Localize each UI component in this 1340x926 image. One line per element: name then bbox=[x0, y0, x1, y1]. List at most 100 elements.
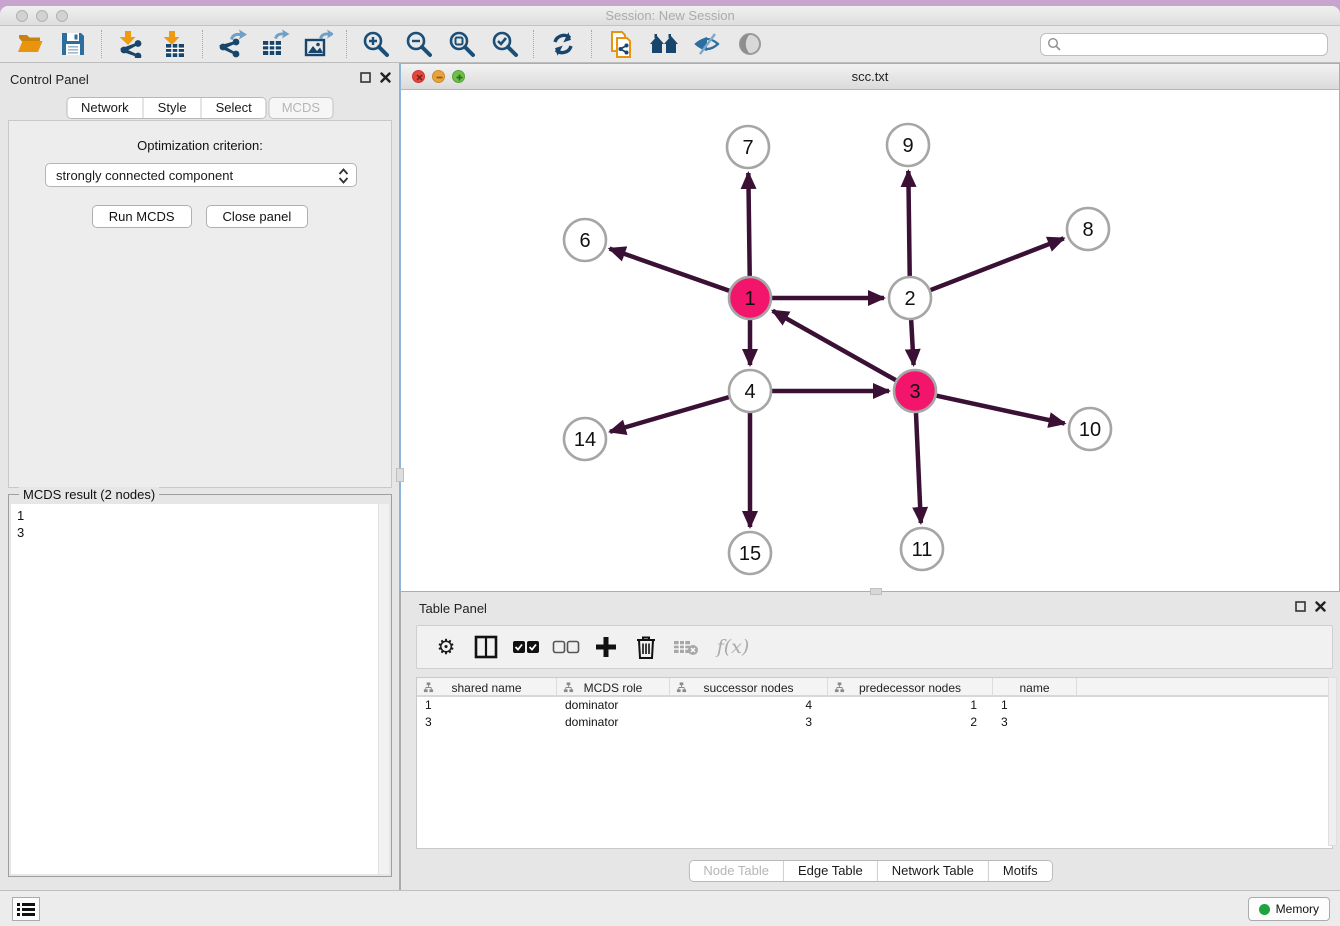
status-bar: Memory bbox=[0, 890, 1340, 926]
refresh-icon[interactable] bbox=[547, 29, 578, 60]
zoom-in-icon[interactable] bbox=[360, 29, 391, 60]
table-cell[interactable]: dominator bbox=[557, 714, 670, 731]
table-cell[interactable]: 4 bbox=[670, 697, 828, 714]
svg-text:4: 4 bbox=[744, 381, 755, 403]
edge-1-7[interactable] bbox=[748, 173, 749, 276]
tab-network-table[interactable]: Network Table bbox=[878, 861, 989, 881]
graph-node-9[interactable]: 9 bbox=[887, 124, 929, 166]
result-item[interactable]: 3 bbox=[17, 524, 389, 541]
homes-icon[interactable] bbox=[648, 29, 679, 60]
table-cell[interactable]: 1 bbox=[993, 697, 1077, 714]
result-item[interactable]: 1 bbox=[17, 507, 389, 524]
edge-3-11[interactable] bbox=[916, 413, 921, 523]
select-all-icon[interactable] bbox=[511, 632, 541, 662]
attribute-icon bbox=[834, 682, 845, 693]
save-icon[interactable] bbox=[57, 29, 88, 60]
criterion-value: strongly connected component bbox=[56, 168, 233, 183]
graph-node-7[interactable]: 7 bbox=[727, 126, 769, 168]
tab-style[interactable]: Style bbox=[144, 98, 202, 118]
zoom-out-icon[interactable] bbox=[403, 29, 434, 60]
table-cell[interactable]: 3 bbox=[993, 714, 1077, 731]
close-panel-icon[interactable] bbox=[380, 72, 391, 83]
column-header-successor-nodes[interactable]: successor nodes bbox=[670, 678, 828, 697]
open-folder-icon[interactable] bbox=[14, 29, 45, 60]
column-header-MCDS-role[interactable]: MCDS role bbox=[557, 678, 670, 697]
function-icon[interactable]: f(x) bbox=[711, 632, 755, 662]
graph-node-15[interactable]: 15 bbox=[729, 532, 771, 574]
graph-node-3[interactable]: 3 bbox=[894, 370, 936, 412]
import-network-icon[interactable] bbox=[115, 29, 146, 60]
svg-text:10: 10 bbox=[1079, 419, 1101, 441]
table-cell[interactable]: 1 bbox=[828, 697, 993, 714]
float-table-panel-icon[interactable] bbox=[1295, 601, 1306, 612]
export-table-icon[interactable] bbox=[259, 29, 290, 60]
tab-mcds[interactable]: MCDS bbox=[269, 97, 333, 119]
graph-node-4[interactable]: 4 bbox=[729, 370, 771, 412]
tab-node-table[interactable]: Node Table bbox=[689, 861, 784, 881]
table-cell[interactable]: 2 bbox=[828, 714, 993, 731]
graph-node-14[interactable]: 14 bbox=[564, 418, 606, 460]
split-pane-grip-vertical[interactable] bbox=[396, 468, 404, 482]
add-icon[interactable] bbox=[591, 632, 621, 662]
table-cell[interactable]: 3 bbox=[417, 714, 557, 731]
graph-node-2[interactable]: 2 bbox=[889, 277, 931, 319]
table-row[interactable]: 1dominator411 bbox=[417, 697, 1332, 714]
deselect-all-icon[interactable] bbox=[551, 632, 581, 662]
tab-network[interactable]: Network bbox=[67, 98, 144, 118]
columns-icon[interactable] bbox=[471, 632, 501, 662]
column-header-predecessor-nodes[interactable]: predecessor nodes bbox=[828, 678, 993, 697]
network-window-titlebar[interactable]: scc.txt bbox=[401, 64, 1339, 90]
table-toolbar: ⚙ f(x) bbox=[416, 625, 1333, 669]
edge-1-6[interactable] bbox=[610, 249, 730, 291]
memory-button[interactable]: Memory bbox=[1248, 897, 1330, 921]
edge-2-8[interactable] bbox=[931, 238, 1064, 290]
graph-node-6[interactable]: 6 bbox=[564, 219, 606, 261]
graph-node-1[interactable]: 1 bbox=[729, 277, 771, 319]
column-header-name[interactable]: name bbox=[993, 678, 1077, 697]
edge-3-10[interactable] bbox=[936, 396, 1064, 424]
eye-disabled-icon[interactable] bbox=[734, 29, 765, 60]
search-box[interactable] bbox=[1040, 33, 1328, 56]
memory-status-icon bbox=[1259, 904, 1270, 915]
close-panel-button[interactable]: Close panel bbox=[206, 205, 309, 228]
clone-network-icon[interactable] bbox=[605, 29, 636, 60]
table-scrollbar[interactable] bbox=[1328, 677, 1337, 846]
delete-icon[interactable] bbox=[631, 632, 661, 662]
graph-node-11[interactable]: 11 bbox=[901, 528, 943, 570]
edge-2-3[interactable] bbox=[911, 320, 913, 365]
zoom-selected-icon[interactable] bbox=[489, 29, 520, 60]
criterion-dropdown[interactable]: strongly connected component bbox=[45, 163, 357, 187]
search-icon bbox=[1047, 37, 1062, 52]
tab-motifs[interactable]: Motifs bbox=[989, 861, 1052, 881]
split-pane-grip[interactable] bbox=[870, 588, 882, 595]
graph-node-10[interactable]: 10 bbox=[1069, 408, 1111, 450]
search-input[interactable] bbox=[1062, 38, 1327, 52]
table-row[interactable]: 3dominator323 bbox=[417, 714, 1332, 731]
edge-4-14[interactable] bbox=[610, 397, 729, 432]
graph-node-8[interactable]: 8 bbox=[1067, 208, 1109, 250]
edge-3-1[interactable] bbox=[773, 311, 896, 380]
column-header-shared-name[interactable]: shared name bbox=[417, 678, 557, 697]
gear-icon[interactable]: ⚙ bbox=[431, 632, 461, 662]
zoom-fit-icon[interactable] bbox=[446, 29, 477, 60]
table-cell[interactable]: 1 bbox=[417, 697, 557, 714]
run-mcds-button[interactable]: Run MCDS bbox=[92, 205, 192, 228]
tab-edge-table[interactable]: Edge Table bbox=[784, 861, 878, 881]
close-table-panel-icon[interactable] bbox=[1315, 601, 1326, 612]
float-panel-icon[interactable] bbox=[360, 72, 371, 83]
delete-table-icon[interactable] bbox=[671, 632, 701, 662]
edge-2-9[interactable] bbox=[908, 171, 909, 276]
table-cell[interactable]: 3 bbox=[670, 714, 828, 731]
control-panel: Control Panel Network Style Select MCDS … bbox=[0, 63, 400, 890]
mcds-result-list[interactable]: 13 bbox=[11, 504, 389, 874]
eye-slash-icon[interactable] bbox=[691, 29, 722, 60]
export-network-icon[interactable] bbox=[216, 29, 247, 60]
attribute-icon bbox=[423, 682, 434, 693]
table-cell[interactable]: dominator bbox=[557, 697, 670, 714]
import-table-icon[interactable] bbox=[158, 29, 189, 60]
task-history-button[interactable] bbox=[12, 897, 40, 921]
export-image-icon[interactable] bbox=[302, 29, 333, 60]
network-canvas[interactable]: 1 2 3 4 6 7 8 9 10 11 14 15 bbox=[401, 90, 1339, 591]
tab-select[interactable]: Select bbox=[202, 98, 266, 118]
result-scrollbar[interactable] bbox=[378, 504, 389, 874]
